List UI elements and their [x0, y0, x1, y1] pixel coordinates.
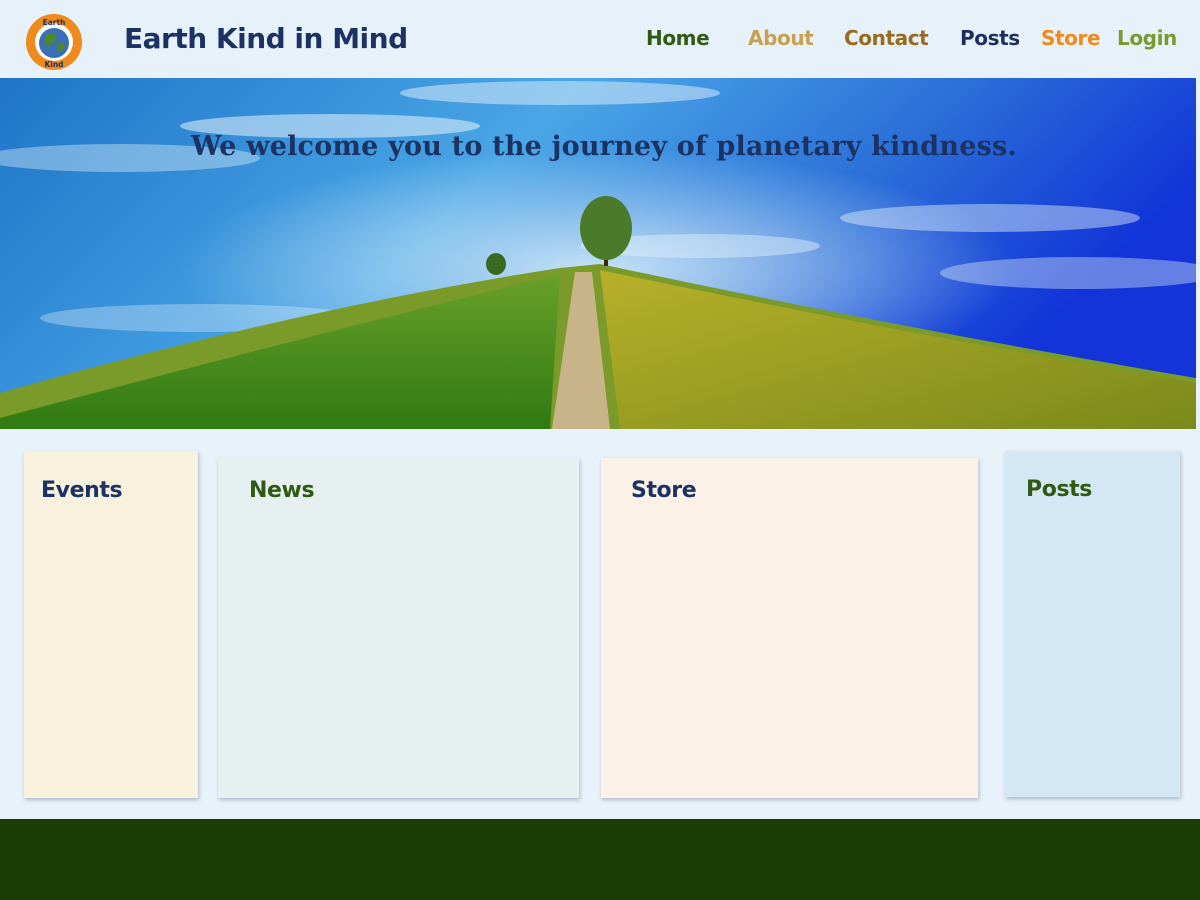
nav-about-link[interactable]: About	[748, 26, 814, 50]
store-card-title: Store	[631, 478, 697, 503]
news-card-title: News	[249, 478, 315, 503]
store-card[interactable]: Store	[601, 458, 978, 798]
events-card-title: Events	[41, 478, 123, 503]
events-card[interactable]: Events	[24, 451, 198, 798]
nav-store-link[interactable]: Store	[1041, 26, 1101, 50]
nav-posts-link[interactable]: Posts	[960, 26, 1020, 50]
svg-text:Kind: Kind	[44, 60, 63, 69]
nav-home-link[interactable]: Home	[646, 26, 710, 50]
posts-card[interactable]: Posts	[1005, 451, 1180, 797]
nav-contact-link[interactable]: Contact	[844, 26, 929, 50]
site-header: Earth Kind Earth Kind in Mind Home About…	[8, 0, 1200, 78]
hero-banner: We welcome you to the journey of planeta…	[0, 78, 1196, 429]
nav-login-link[interactable]: Login	[1117, 26, 1177, 50]
site-footer	[0, 819, 1200, 900]
hero-tagline: We welcome you to the journey of planeta…	[190, 131, 1018, 162]
posts-card-title: Posts	[1026, 477, 1092, 502]
main-nav: Home About Contact Posts Store Login	[8, 26, 1200, 56]
news-card[interactable]: News	[218, 458, 579, 798]
